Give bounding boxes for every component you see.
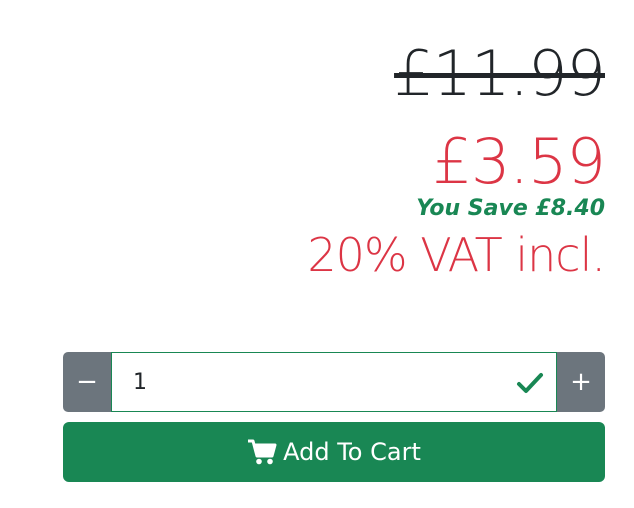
quantity-field-wrapper: [111, 352, 557, 412]
price-block: £11.99 £3.59 You Save £8.40 20% VAT incl…: [307, 34, 606, 284]
sale-price: £3.59: [432, 125, 606, 198]
cart-icon: [248, 439, 277, 465]
decrement-button[interactable]: −: [63, 352, 111, 412]
vat-label: 20% VAT incl.: [307, 228, 606, 282]
old-price: £11.99: [394, 37, 606, 110]
you-save-label: You Save £8.40: [416, 196, 605, 221]
check-icon: [517, 373, 543, 393]
increment-button[interactable]: +: [557, 352, 605, 412]
add-to-cart-label: Add To Cart: [283, 438, 421, 466]
quantity-input[interactable]: [112, 353, 556, 411]
product-purchase-panel: £11.99 £3.59 You Save £8.40 20% VAT incl…: [0, 0, 634, 508]
quantity-stepper: − +: [63, 352, 605, 412]
add-to-cart-button[interactable]: Add To Cart: [63, 422, 605, 482]
